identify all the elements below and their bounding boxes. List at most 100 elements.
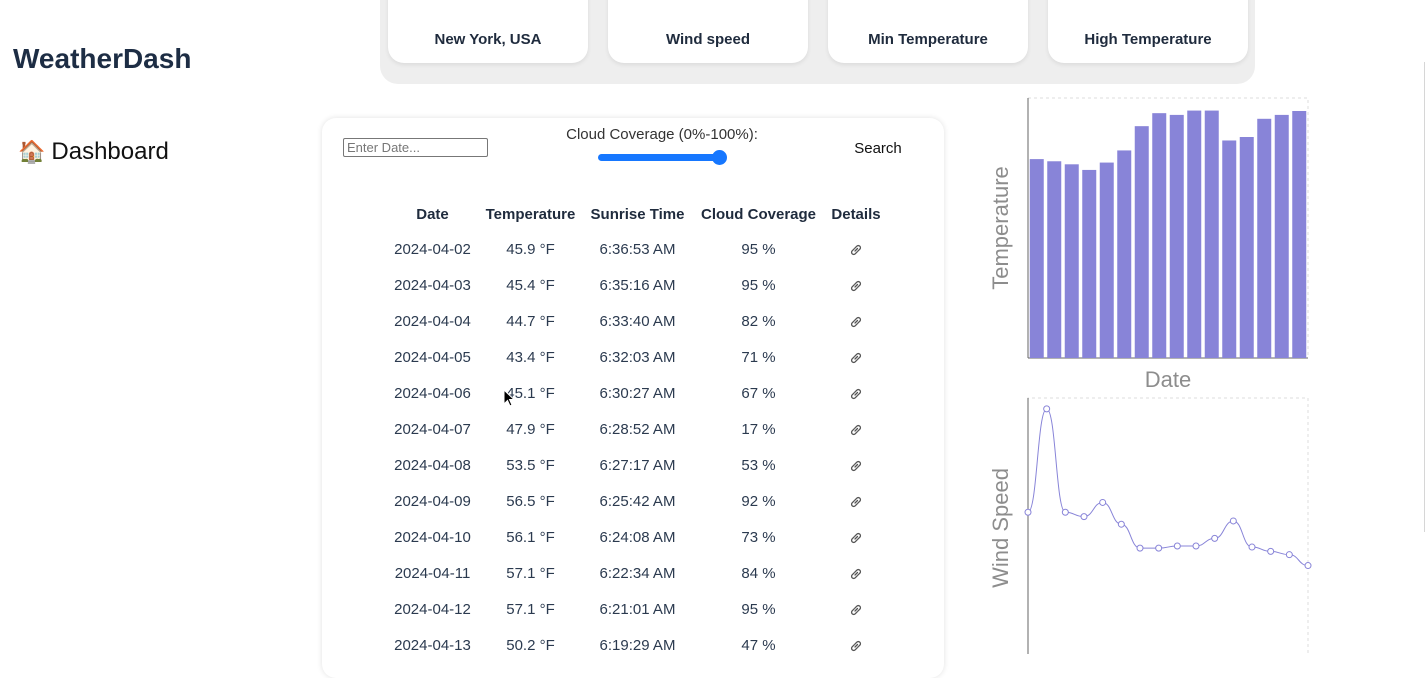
cell-cloud-coverage: 47 % xyxy=(741,636,776,654)
cell-sunrise: 6:33:40 AM xyxy=(599,312,676,330)
wind-speed-point xyxy=(1080,513,1088,521)
cell-details xyxy=(826,231,886,267)
temperature-axis-label: Temperature xyxy=(988,166,1013,290)
cell-cloud-coverage: 92 % xyxy=(741,492,776,510)
cell-details xyxy=(826,411,886,447)
app-title: WeatherDash xyxy=(13,43,192,74)
cell-temperature: 50.2 °F xyxy=(506,636,555,654)
cell-temperature: 53.5 °F xyxy=(506,456,555,474)
cell-sunrise: 6:21:01 AM xyxy=(599,600,676,618)
link-icon[interactable] xyxy=(848,350,864,366)
cell-sunrise: 6:36:53 AM xyxy=(599,240,676,258)
temperature-bar xyxy=(1082,169,1097,358)
column-header-details: Details xyxy=(831,205,881,223)
link-icon[interactable] xyxy=(848,422,864,438)
wind-speed-point xyxy=(1136,544,1144,552)
column-header-cloud: Cloud Coverage xyxy=(700,205,817,223)
cell-details xyxy=(826,447,886,483)
temperature-bar xyxy=(1169,114,1184,359)
cell-details xyxy=(826,591,886,627)
high-temperature-card: High Temperature xyxy=(1048,0,1248,63)
cell-temperature: 45.4 °F xyxy=(506,276,555,294)
column-header-sunrise: Sunrise Time xyxy=(590,205,685,223)
wind-speed-line-chart: Wind Speed xyxy=(988,397,1312,654)
cell-details xyxy=(826,267,886,303)
table-row: 2024-04-08 53.5 °F 6:27:17 AM 53 % xyxy=(388,447,886,483)
wind-speed-point xyxy=(1267,547,1275,555)
cell-sunrise: 6:25:42 AM xyxy=(599,492,676,510)
cell-temperature: 45.9 °F xyxy=(506,240,555,258)
card-label: High Temperature xyxy=(1084,31,1212,48)
sidebar-item-dashboard[interactable]: 🏠 Dashboard xyxy=(18,138,169,166)
table-row: 2024-04-11 57.1 °F 6:22:34 AM 84 % xyxy=(388,555,886,591)
table-row: 2024-04-06 45.1 °F 6:30:27 AM 67 % xyxy=(388,375,886,411)
cell-cloud-coverage: 73 % xyxy=(741,528,776,546)
temperature-bar xyxy=(1047,161,1062,358)
wind-speed-point xyxy=(1117,520,1125,528)
cell-sunrise: 6:35:16 AM xyxy=(599,276,676,294)
wind-speed-line xyxy=(1027,408,1309,567)
card-label: Wind speed xyxy=(665,31,751,48)
wind-speed-point xyxy=(1248,543,1256,551)
table-row: 2024-04-13 50.2 °F 6:19:29 AM 47 % xyxy=(388,627,886,663)
table-row: 2024-04-12 57.1 °F 6:21:01 AM 95 % xyxy=(388,591,886,627)
temperature-bar xyxy=(1099,162,1114,358)
temperature-bar xyxy=(1029,159,1044,358)
date-search-input[interactable] xyxy=(343,138,488,157)
cloud-coverage-slider[interactable] xyxy=(598,154,720,161)
temperature-bar xyxy=(1187,110,1202,358)
cell-sunrise: 6:27:17 AM xyxy=(599,456,676,474)
cell-temperature: 56.5 °F xyxy=(506,492,555,510)
temperature-bar xyxy=(1239,137,1254,358)
table-row: 2024-04-04 44.7 °F 6:33:40 AM 82 % xyxy=(388,303,886,339)
link-icon[interactable] xyxy=(848,458,864,474)
cell-temperature: 45.1 °F xyxy=(506,384,555,402)
cell-date: 2024-04-11 xyxy=(394,564,471,582)
cloud-coverage-slider-thumb[interactable] xyxy=(712,150,727,165)
table-row: 2024-04-09 56.5 °F 6:25:42 AM 92 % xyxy=(388,483,886,519)
date-axis-label: Date xyxy=(1145,367,1191,392)
cell-sunrise: 6:30:27 AM xyxy=(599,384,676,402)
link-icon[interactable] xyxy=(848,638,864,654)
cell-date: 2024-04-04 xyxy=(394,312,471,330)
temperature-bar xyxy=(1204,110,1219,358)
link-icon[interactable] xyxy=(848,386,864,402)
table-row: 2024-04-02 45.9 °F 6:36:53 AM 95 % xyxy=(388,231,886,267)
temperature-bar xyxy=(1274,114,1289,359)
wind-speed-point xyxy=(1285,551,1293,559)
link-icon[interactable] xyxy=(848,278,864,294)
cell-details xyxy=(826,519,886,555)
cell-date: 2024-04-06 xyxy=(394,384,471,402)
wind-speed-point xyxy=(1229,517,1237,525)
link-icon[interactable] xyxy=(848,314,864,330)
cell-cloud-coverage: 95 % xyxy=(741,276,776,294)
cell-cloud-coverage: 82 % xyxy=(741,312,776,330)
search-button[interactable]: Search xyxy=(845,137,911,159)
link-icon[interactable] xyxy=(848,530,864,546)
link-icon[interactable] xyxy=(848,242,864,258)
cell-date: 2024-04-05 xyxy=(394,348,471,366)
cell-date: 2024-04-07 xyxy=(394,420,471,438)
cell-temperature: 57.1 °F xyxy=(506,600,555,618)
temperature-bar xyxy=(1222,140,1237,358)
cell-cloud-coverage: 67 % xyxy=(741,384,776,402)
temperature-bar xyxy=(1292,111,1307,358)
cell-cloud-coverage: 53 % xyxy=(741,456,776,474)
house-icon: 🏠 xyxy=(18,139,46,164)
table-row: 2024-04-03 45.4 °F 6:35:16 AM 95 % xyxy=(388,267,886,303)
card-label: Min Temperature xyxy=(868,31,988,48)
link-icon[interactable] xyxy=(848,494,864,510)
link-icon[interactable] xyxy=(848,602,864,618)
cell-details xyxy=(826,375,886,411)
wind-speed-axis-label: Wind Speed xyxy=(988,468,1013,588)
table-row: 2024-04-05 43.4 °F 6:32:03 AM 71 % xyxy=(388,339,886,375)
link-icon[interactable] xyxy=(848,566,864,582)
temperature-bar xyxy=(1257,118,1272,358)
chart-frame xyxy=(1027,397,1309,654)
temperature-bar xyxy=(1117,150,1132,358)
temperature-bar-chart: Temperature Date xyxy=(988,97,1309,392)
cell-temperature: 47.9 °F xyxy=(506,420,555,438)
cell-sunrise: 6:19:29 AM xyxy=(599,636,676,654)
wind-speed-point xyxy=(1173,542,1181,550)
temperature-bar xyxy=(1064,164,1079,358)
